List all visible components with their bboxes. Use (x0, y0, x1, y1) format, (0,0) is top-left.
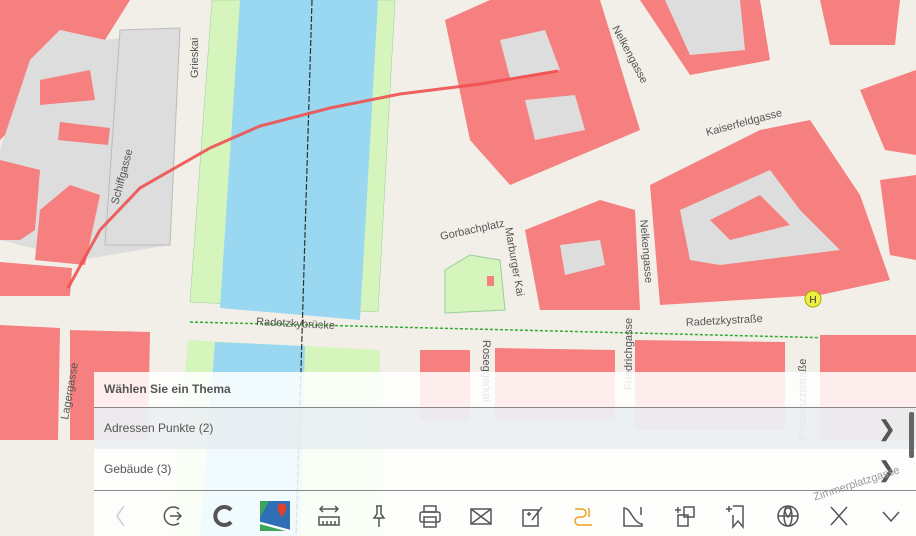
login-icon[interactable] (160, 501, 190, 531)
geolocate-icon[interactable] (773, 501, 803, 531)
theme-item-gebaeude[interactable]: Gebäude (3) ❯ (94, 449, 916, 491)
back-icon[interactable] (106, 501, 136, 531)
scrollbar[interactable] (909, 412, 914, 458)
google-maps-icon[interactable] (260, 501, 290, 532)
theme-item-label: Adressen Punkte (2) (104, 421, 214, 435)
theme-panel: Wählen Sie ein Thema Adressen Punkte (2)… (94, 372, 916, 536)
refresh-icon[interactable] (209, 501, 239, 531)
theme-item-adressen[interactable]: Adressen Punkte (2) ❯ (94, 408, 916, 449)
chevron-right-icon: ❯ (877, 416, 896, 441)
path-info-icon[interactable] (568, 501, 598, 531)
copy-add-icon[interactable] (670, 501, 700, 531)
theme-item-label: Gebäude (3) (104, 462, 172, 476)
pin-icon[interactable] (364, 501, 394, 531)
collapse-icon[interactable] (876, 501, 906, 531)
chevron-right-icon: ❯ (877, 457, 896, 482)
close-icon[interactable] (824, 501, 854, 531)
measure-icon[interactable] (314, 501, 344, 531)
mail-icon[interactable] (466, 501, 496, 531)
edit-icon[interactable] (517, 501, 547, 531)
panel-title: Wählen Sie ein Thema (94, 372, 916, 408)
street-label: Grieskai (189, 38, 201, 78)
toolbar (94, 497, 916, 536)
bookmark-add-icon[interactable] (721, 501, 751, 531)
area-info-icon[interactable] (619, 501, 649, 531)
print-icon[interactable] (415, 501, 445, 531)
bus-stop-label: H (809, 295, 816, 306)
